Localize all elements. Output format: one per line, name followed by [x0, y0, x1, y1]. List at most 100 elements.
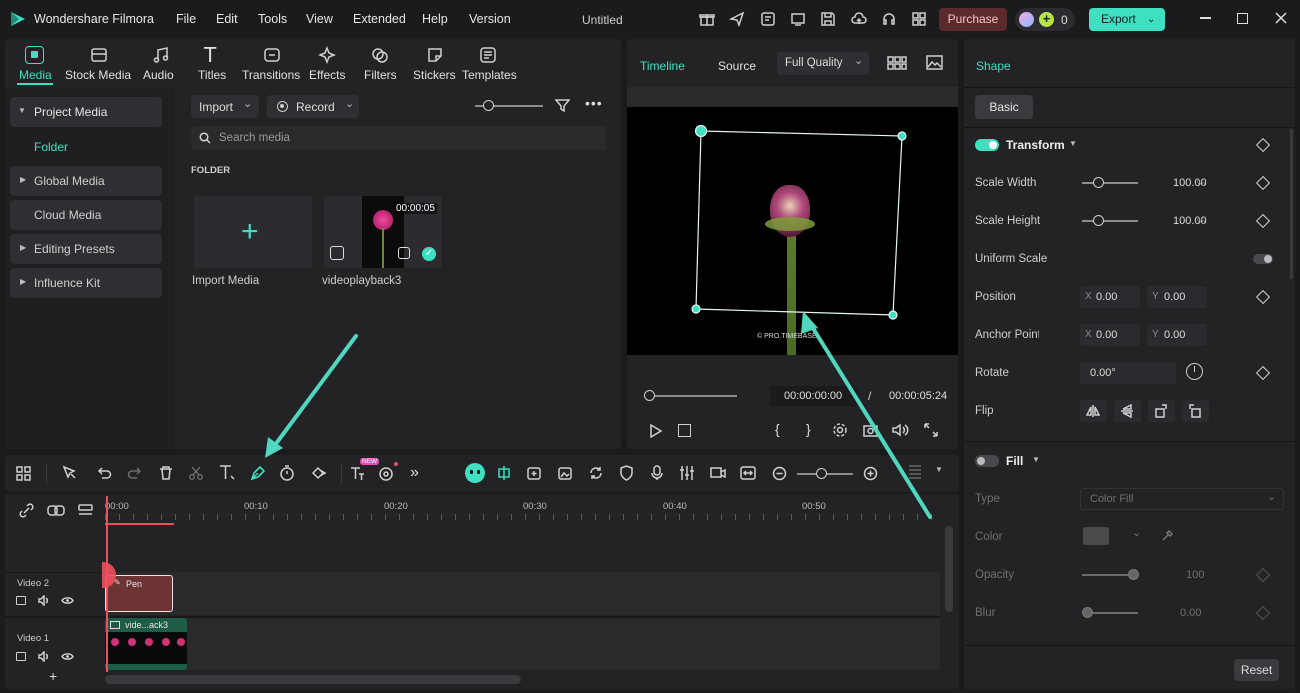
close-icon[interactable] [1274, 11, 1288, 25]
tab-stickers[interactable]: Stickers [412, 43, 460, 85]
menu-file[interactable]: File [176, 12, 196, 26]
track-layout-icon[interactable] [908, 464, 922, 481]
template-icon[interactable] [760, 11, 776, 27]
select-arrow-icon[interactable] [62, 465, 78, 481]
playback-scrubber[interactable] [649, 395, 737, 397]
timeline-vertical-scrollbar[interactable] [945, 526, 953, 612]
snapshot-icon[interactable] [863, 423, 878, 437]
speaker-icon[interactable] [38, 595, 51, 606]
grid-layout-icon[interactable] [887, 56, 907, 70]
redo-icon[interactable] [127, 465, 143, 481]
play-icon[interactable] [649, 424, 663, 438]
tab-shape[interactable]: Shape [976, 59, 1011, 73]
import-dropdown[interactable]: Import ⌄ [191, 95, 259, 118]
properties-scrollbar[interactable] [1290, 129, 1293, 279]
snap-icon[interactable] [496, 465, 512, 481]
record-dropdown[interactable]: Record ⌄ [267, 95, 359, 118]
track-manager-icon[interactable] [78, 504, 93, 518]
sidebar-item-project-media[interactable]: ▼ Project Media [10, 97, 162, 127]
keyframe-path-icon[interactable] [310, 465, 328, 481]
caret-down-icon[interactable]: ▼ [1032, 455, 1040, 464]
rotate-left-button[interactable] [1182, 400, 1209, 422]
video-clip[interactable]: vide...ack3 [105, 618, 187, 670]
scissors-icon[interactable] [188, 465, 204, 481]
pen-tool-icon[interactable] [249, 464, 267, 482]
more-options-icon[interactable]: ••• [585, 95, 603, 111]
image-icon[interactable] [926, 55, 943, 70]
scale-width-knob[interactable] [1093, 177, 1104, 188]
stop-icon[interactable] [678, 424, 691, 437]
save-icon[interactable] [820, 11, 836, 27]
sidebar-item-folder[interactable]: Folder [34, 140, 68, 154]
undo-icon[interactable] [96, 465, 112, 481]
delete-trash-icon[interactable] [158, 465, 174, 481]
menu-tools[interactable]: Tools [258, 12, 287, 26]
blur-value[interactable]: 0.00 [1180, 607, 1201, 619]
eye-icon[interactable] [61, 596, 74, 605]
tab-stock-media[interactable]: Stock Media [64, 43, 132, 85]
media-replace-icon[interactable] [710, 465, 726, 481]
tab-transitions[interactable]: Transitions [241, 43, 303, 85]
text-tool-icon[interactable] [218, 464, 236, 481]
menu-help[interactable]: Help [422, 12, 448, 26]
add-track-icon[interactable] [526, 465, 542, 481]
menu-edit[interactable]: Edit [216, 12, 238, 26]
link-broken-icon[interactable] [19, 503, 34, 518]
volume-icon[interactable] [892, 423, 909, 437]
ai-assistant-icon[interactable] [465, 463, 485, 483]
speaker-icon[interactable] [38, 651, 51, 662]
color-swatch[interactable] [1083, 527, 1109, 545]
sidebar-item-cloud-media[interactable]: Cloud Media [10, 200, 162, 230]
tab-effects[interactable]: Effects [307, 43, 347, 85]
tab-templates[interactable]: Templates [461, 43, 517, 85]
sidebar-item-editing-presets[interactable]: ▶ Editing Presets [10, 234, 162, 264]
link-clips-icon[interactable] [47, 504, 65, 517]
tab-media[interactable]: Media [15, 43, 55, 85]
eye-icon[interactable] [61, 652, 74, 661]
lock-icon[interactable] [16, 596, 26, 605]
speed-timer-icon[interactable] [279, 465, 295, 481]
caret-down-icon[interactable]: ▼ [1069, 139, 1077, 148]
timeline-ruler[interactable]: 00:00 00:10 00:20 00:30 00:40 00:50 [105, 494, 945, 525]
current-time-field[interactable]: 00:00:00:00 [770, 386, 858, 406]
zoom-in-icon[interactable] [863, 466, 878, 481]
caret-down-icon[interactable]: ▼ [935, 465, 943, 474]
ai-text-icon[interactable] [349, 465, 366, 482]
fullscreen-icon[interactable] [924, 423, 938, 437]
timeline-horizontal-scrollbar[interactable] [105, 675, 521, 684]
headset-icon[interactable] [881, 11, 897, 27]
microphone-icon[interactable] [650, 465, 664, 481]
menu-extended[interactable]: Extended [353, 12, 406, 26]
more-tools-chevron-icon[interactable]: » [410, 464, 419, 482]
keyframe-diamond-icon[interactable] [1255, 365, 1271, 381]
import-media-tile[interactable]: + [194, 196, 312, 268]
lock-icon[interactable] [16, 652, 26, 661]
auto-sync-icon[interactable] [588, 465, 604, 481]
position-x-field[interactable]: X 0.00 [1080, 286, 1140, 308]
send-icon[interactable] [729, 11, 745, 27]
scale-height-slider[interactable] [1082, 220, 1138, 222]
chevron-down-icon[interactable]: ⌄ [1132, 526, 1141, 539]
keyframe-diamond-icon[interactable] [1255, 213, 1271, 229]
anchor-y-field[interactable]: Y 0.00 [1147, 324, 1207, 346]
flip-horizontal-button[interactable] [1080, 400, 1107, 422]
track-video-2-lane[interactable] [105, 572, 940, 615]
monitor-icon[interactable] [790, 11, 806, 27]
add-track-plus-icon[interactable]: + [49, 668, 57, 684]
position-y-field[interactable]: Y 0.00 [1147, 286, 1207, 308]
tab-basic[interactable]: Basic [975, 95, 1033, 119]
fill-toggle[interactable] [975, 455, 999, 467]
tab-source[interactable]: Source [718, 59, 756, 73]
menu-version[interactable]: Version [469, 12, 511, 26]
pen-shape-clip[interactable]: ✎ Pen [105, 575, 173, 612]
purchase-button[interactable]: Purchase [939, 8, 1007, 31]
search-media-input[interactable]: Search media [191, 126, 606, 150]
zoom-slider-knob[interactable] [816, 468, 827, 479]
transform-toggle[interactable] [975, 139, 999, 151]
fill-type-dropdown[interactable]: Color Fill ⌄ [1080, 488, 1284, 510]
reset-button[interactable]: Reset [1234, 659, 1279, 681]
anchor-x-field[interactable]: X 0.00 [1080, 324, 1140, 346]
tab-titles[interactable]: T Titles [195, 43, 235, 85]
shape-selection-box[interactable] [627, 107, 958, 355]
keyframe-diamond-icon[interactable] [1255, 605, 1271, 621]
